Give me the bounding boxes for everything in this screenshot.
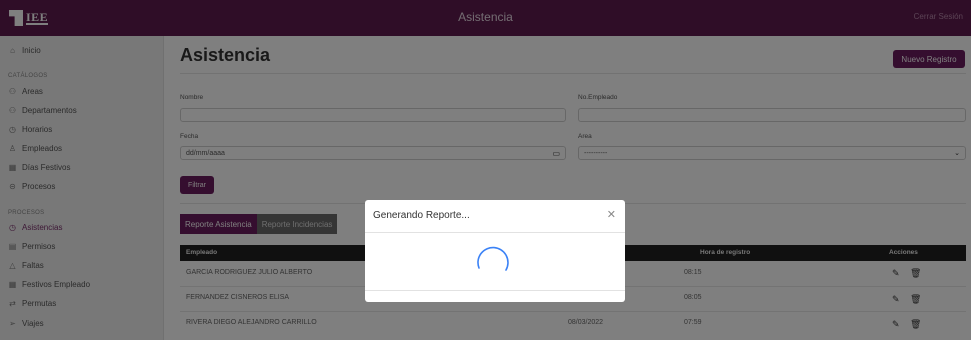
modal-divider <box>365 290 625 291</box>
loading-spinner-icon <box>477 246 509 271</box>
report-modal: Generando Reporte... ✕ <box>365 200 625 302</box>
modal-title: Generando Reporte... <box>373 210 470 221</box>
modal-divider <box>365 232 625 233</box>
close-icon[interactable]: ✕ <box>607 208 616 221</box>
